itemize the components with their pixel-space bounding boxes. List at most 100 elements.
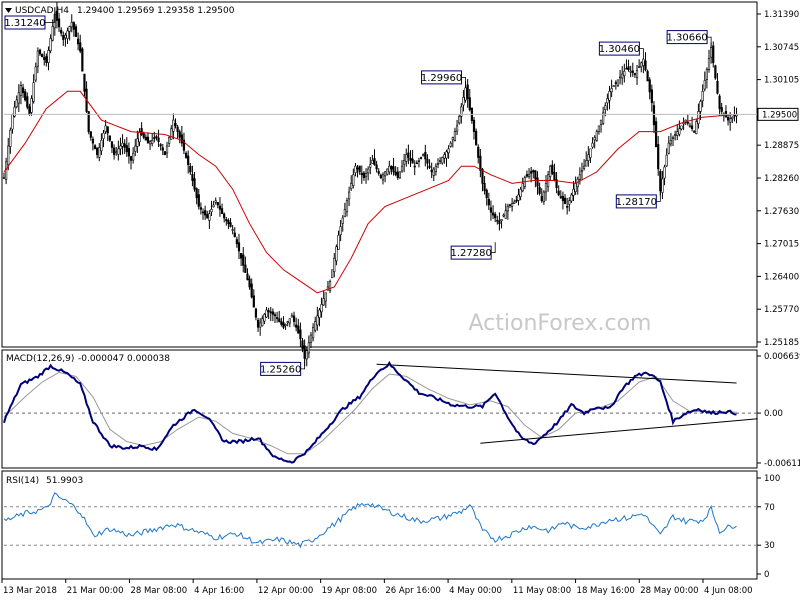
candle-body xyxy=(134,145,137,152)
candle-body xyxy=(210,209,213,213)
price-y-tick-label: 1.30105 xyxy=(764,76,799,86)
candle-body xyxy=(138,131,141,143)
candle-body xyxy=(91,138,95,144)
candle-body xyxy=(674,134,677,136)
rsi-y-tick-label: 70 xyxy=(764,503,775,513)
candle-body xyxy=(148,141,152,145)
candle-body xyxy=(661,178,664,193)
rsi-y-tick-label: 0 xyxy=(764,570,769,580)
callout-label: 1.31240 xyxy=(4,18,45,29)
candle-body xyxy=(242,254,245,266)
candle-body xyxy=(443,154,446,159)
candle-body xyxy=(403,160,406,165)
candle-body xyxy=(648,79,651,93)
rsi-y-tick-label: 100 xyxy=(764,474,780,484)
candle-body xyxy=(299,329,302,340)
candle-body xyxy=(375,164,378,170)
candle-body xyxy=(66,30,69,39)
axes: 1.31390 1.30745 1.30105 1.29500 1.28875 1.282… xyxy=(1,10,800,596)
chart-window: ActionForex.com 1.31240 1.25260 1.29960 1.2… xyxy=(0,0,800,600)
candle-body xyxy=(496,219,499,222)
candle-body xyxy=(635,70,639,78)
callout-label: 1.29960 xyxy=(421,73,462,84)
candle-body xyxy=(195,188,198,199)
candle-body xyxy=(115,151,118,154)
candle-body xyxy=(331,269,334,279)
candle-body xyxy=(525,174,529,177)
candle-body xyxy=(638,66,641,68)
x-tick-label: 21 Mar 00:00 xyxy=(67,586,124,596)
x-tick-label: 4 Apr 16:00 xyxy=(194,586,244,596)
price-y-tick-label: 1.28875 xyxy=(764,141,799,151)
candle-body xyxy=(580,170,584,173)
candle-body xyxy=(599,119,603,125)
candle-body xyxy=(358,165,361,173)
candle-body xyxy=(218,205,222,210)
candle-body xyxy=(432,168,435,176)
candle-body xyxy=(301,340,304,349)
candle-body xyxy=(284,324,287,327)
candle-body xyxy=(534,170,537,180)
candle-body xyxy=(244,264,247,273)
candle-body xyxy=(625,67,628,70)
candle-body xyxy=(631,70,634,73)
candle-body xyxy=(720,107,723,112)
x-tick-label: 11 May 08:00 xyxy=(513,586,571,596)
candle-body xyxy=(220,208,224,214)
candle-body xyxy=(383,171,387,177)
candle-body xyxy=(729,118,732,123)
candle-body xyxy=(521,183,524,192)
candle-body xyxy=(208,213,211,221)
candle-body xyxy=(379,174,382,178)
candle-body xyxy=(530,171,533,174)
candle-body xyxy=(263,314,266,322)
candle-body xyxy=(498,220,501,225)
ohlc-values: 1.29400 1.29569 1.29358 1.29500 xyxy=(77,6,235,16)
candle-body xyxy=(540,195,543,201)
candle-body xyxy=(235,239,238,245)
candle-body xyxy=(695,121,698,135)
candle-body xyxy=(100,139,103,152)
candle-body xyxy=(34,66,37,81)
candle-body xyxy=(110,141,114,148)
price-y-tick-label: 1.26400 xyxy=(764,272,799,282)
callout-label: 1.30460 xyxy=(599,44,640,55)
candle-body xyxy=(394,171,397,176)
macd-plot xyxy=(3,360,758,464)
candle-body xyxy=(2,177,6,179)
candle-body xyxy=(191,173,194,181)
candle-body xyxy=(256,319,260,328)
candle-body xyxy=(578,174,581,180)
candle-body xyxy=(187,155,190,166)
candle-body xyxy=(627,66,630,71)
candle-body xyxy=(477,146,480,158)
candle-body xyxy=(659,171,662,192)
candle-body xyxy=(682,122,685,125)
dropdown-triangle-icon[interactable] xyxy=(5,8,12,13)
price-y-tick-label: 1.27630 xyxy=(764,207,799,217)
candle-body xyxy=(697,111,700,125)
macd-y-tick-label: 0.00 xyxy=(764,409,783,419)
candle-body xyxy=(633,73,637,75)
candle-body xyxy=(479,155,482,171)
candle-body xyxy=(30,98,33,113)
rsi-y-tick-label: 30 xyxy=(764,541,775,551)
candle-body xyxy=(343,209,346,218)
candle-body xyxy=(422,154,425,156)
candle-body xyxy=(314,321,317,331)
watermark: ActionForex.com xyxy=(469,311,652,336)
candle-body xyxy=(400,165,404,172)
candle-body xyxy=(9,129,12,147)
candle-body xyxy=(367,168,370,174)
candle-body xyxy=(563,197,567,204)
candle-body xyxy=(81,48,84,72)
candle-body xyxy=(174,123,177,127)
candle-body xyxy=(341,217,344,224)
candle-body xyxy=(170,128,173,140)
candle-body xyxy=(587,154,590,161)
candle-body xyxy=(623,70,626,77)
candle-body xyxy=(466,84,469,100)
candle-body xyxy=(5,161,8,180)
candle-body xyxy=(701,91,704,102)
candle-body xyxy=(11,114,14,130)
